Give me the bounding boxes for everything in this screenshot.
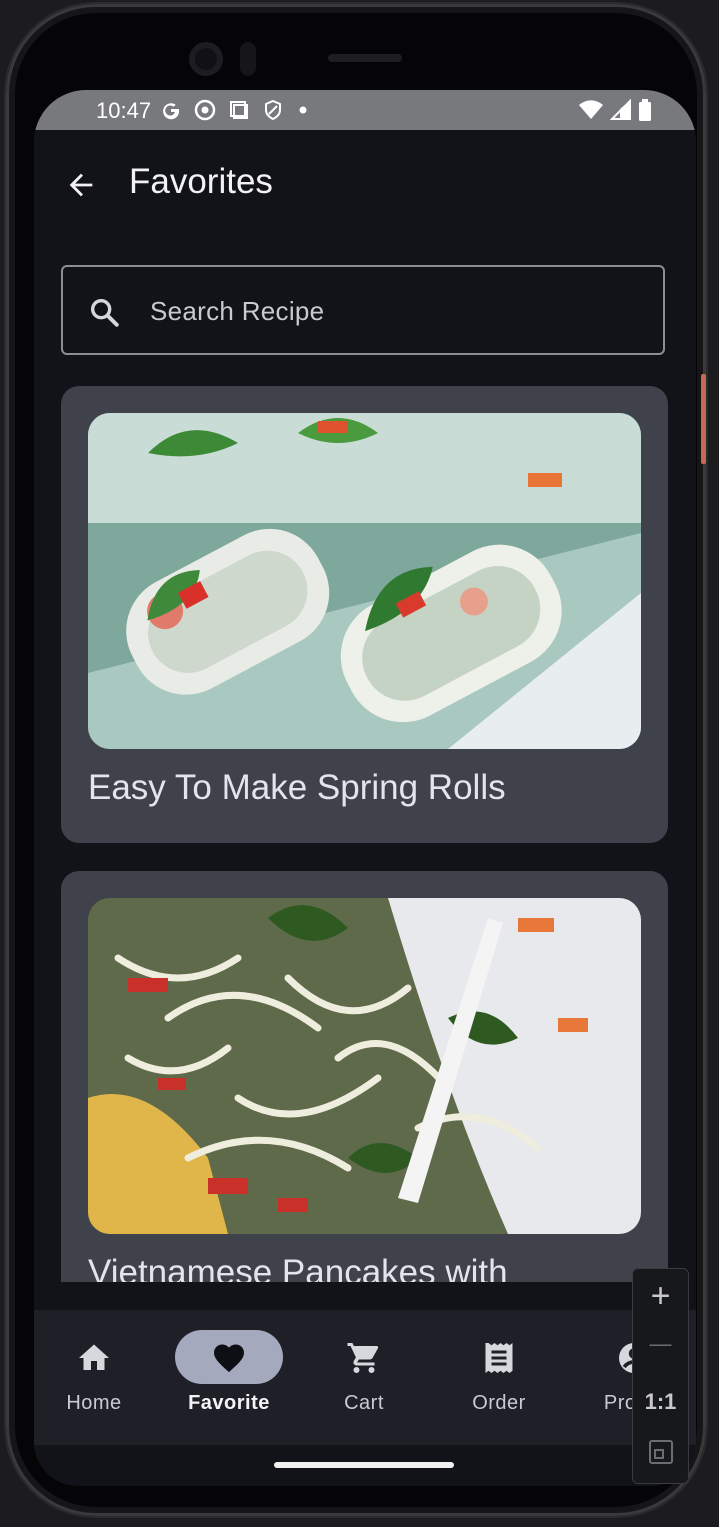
recipe-list[interactable]: Easy To Make Spring Rolls Vietnamese Pan… (61, 386, 668, 1282)
side-button (701, 374, 706, 464)
nav-label-cart: Cart (344, 1392, 384, 1414)
zoom-out-button[interactable]: — (633, 1331, 688, 1357)
nav-item-cart[interactable]: Cart (304, 1310, 424, 1445)
cellular-icon (610, 99, 631, 120)
recipe-image (88, 413, 641, 749)
search-input[interactable]: Search Recipe (61, 265, 665, 355)
screen: 10:47 Favorites Search Recipe Easy To Ma… (34, 90, 696, 1486)
recipe-card[interactable]: Easy To Make Spring Rolls (61, 386, 668, 843)
bottom-navigation: Home Favorite Cart Order (34, 1310, 696, 1445)
dot-icon (299, 106, 307, 114)
nav-item-home[interactable]: Home (34, 1310, 154, 1445)
back-arrow-icon[interactable] (64, 168, 98, 202)
battery-icon (639, 99, 651, 121)
proximity-sensor (240, 42, 256, 76)
gesture-home-bar[interactable] (274, 1462, 454, 1468)
screenshot-icon (230, 101, 248, 119)
search-icon (90, 298, 119, 327)
page-title: Favorites (129, 162, 273, 201)
wifi-icon (579, 100, 603, 119)
fit-screen-icon (648, 1440, 673, 1464)
nav-item-order[interactable]: Order (439, 1310, 559, 1445)
shield-icon (265, 99, 281, 121)
zoom-in-button[interactable]: + (633, 1277, 688, 1316)
recipe-image (88, 898, 641, 1234)
nav-label-order: Order (472, 1392, 526, 1414)
app-bar: Favorites (34, 130, 696, 240)
receipt-icon (485, 1343, 513, 1373)
zoom-reset-button[interactable]: 1:1 (633, 1389, 688, 1415)
device-frame: 10:47 Favorites Search Recipe Easy To Ma… (6, 4, 706, 1516)
zoom-controls: + — 1:1 (632, 1268, 689, 1484)
recipe-card[interactable]: Vietnamese Pancakes with (61, 871, 668, 1282)
earpiece-speaker (328, 54, 402, 62)
cart-icon (347, 1343, 379, 1373)
google-g-icon (163, 103, 180, 120)
heart-icon (214, 1344, 244, 1373)
status-time: 10:47 (96, 98, 152, 123)
search-placeholder: Search Recipe (150, 296, 325, 326)
status-bar: 10:47 (34, 90, 696, 130)
recipe-title: Vietnamese Pancakes with (88, 1253, 508, 1282)
recipe-title: Easy To Make Spring Rolls (88, 768, 506, 807)
chrome-icon (194, 99, 216, 121)
nav-label-favorite: Favorite (188, 1392, 270, 1414)
front-camera (189, 42, 223, 76)
fit-screen-button[interactable] (633, 1439, 688, 1470)
nav-label-home: Home (66, 1392, 122, 1414)
nav-item-favorite[interactable]: Favorite (169, 1310, 289, 1445)
home-icon (79, 1344, 109, 1370)
